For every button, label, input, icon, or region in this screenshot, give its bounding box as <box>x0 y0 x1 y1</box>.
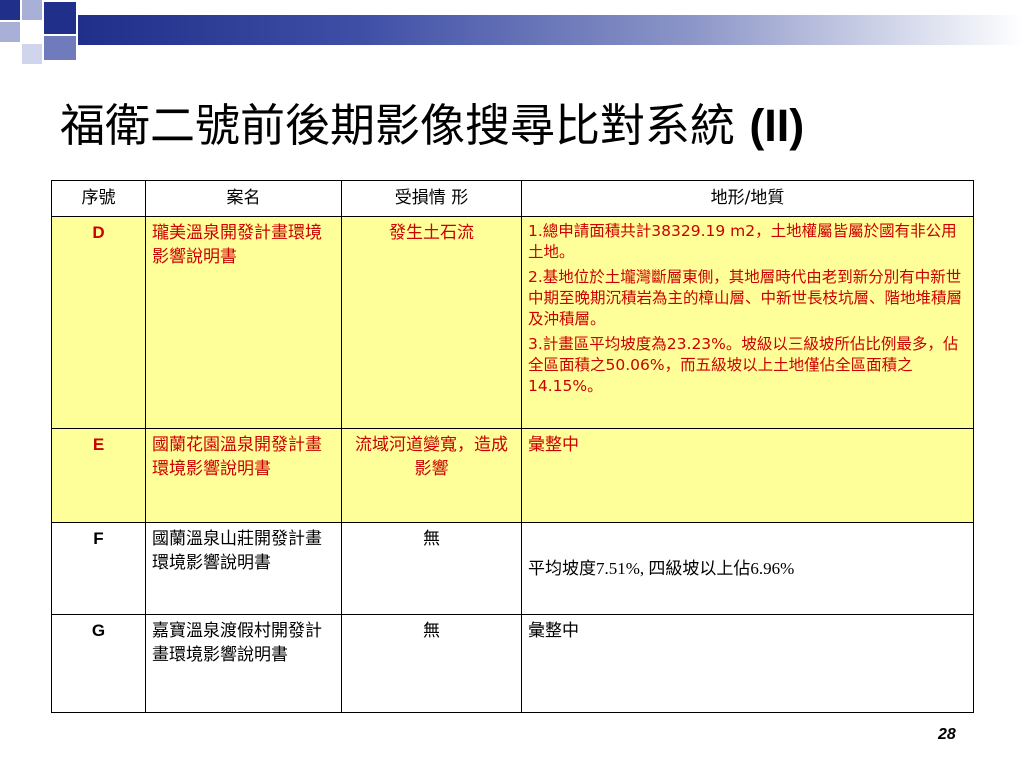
header-serial: 序號 <box>51 180 146 217</box>
slide-title: 福衛二號前後期影像搜尋比對系統 (II) <box>60 96 1010 156</box>
header-case-name: 案名 <box>145 180 342 217</box>
page-number: 28 <box>938 726 956 743</box>
row-case-name: 瓏美溫泉開發計畫環境影響說明書 <box>145 216 342 429</box>
decor-square-5 <box>22 22 42 42</box>
row-damage: 無 <box>341 614 522 713</box>
geology-item: 2.基地位於土壠灣斷層東側，其地層時代由老到新分別有中新世中期至晚期沉積岩為主的… <box>528 268 963 328</box>
header-damage: 受損情 形 <box>341 180 522 217</box>
geology-item: 3.計畫區平均坡度為23.23%。坡級以三級坡所佔比例最多，佔全區面積之50.0… <box>528 335 959 395</box>
row-id: G <box>51 614 146 713</box>
slide-title-latin: (II) <box>749 100 805 151</box>
decor-square-2 <box>22 0 42 20</box>
row-id: D <box>51 216 146 429</box>
row-damage: 流域河道變寬，造成影響 <box>341 428 522 523</box>
row-id: F <box>51 522 146 615</box>
row-geology: 平均坡度7.51%, 四級坡以上佔6.96% <box>521 522 974 615</box>
row-damage: 無 <box>341 522 522 615</box>
comparison-table: 序號 案名 受損情 形 地形/地質 D 瓏美溫泉開發計畫環境影響說明書 發生土石… <box>51 180 974 713</box>
table-row: E 國蘭花園溫泉開發計畫環境影響說明書 流域河道變寬，造成影響 彙整中 <box>51 428 974 523</box>
table-row: D 瓏美溫泉開發計畫環境影響說明書 發生土石流 1.總申請面積共計38329.1… <box>51 216 974 429</box>
decor-square-1 <box>0 0 20 20</box>
row-id: E <box>51 428 146 523</box>
row-case-name: 國蘭溫泉山莊開發計畫環境影響說明書 <box>145 522 342 615</box>
decor-square-6 <box>22 44 42 64</box>
decor-square-4 <box>0 22 20 42</box>
row-geology: 彙整中 <box>521 428 974 523</box>
header-gradient-bar <box>78 15 1024 45</box>
decor-square-7 <box>44 36 76 60</box>
header-terrain-geology: 地形/地質 <box>521 180 974 217</box>
row-geology: 彙整中 <box>521 614 974 713</box>
slide-title-cjk: 福衛二號前後期影像搜尋比對系統 <box>60 99 750 152</box>
row-damage: 發生土石流 <box>341 216 522 429</box>
row-geology: 1.總申請面積共計38329.19 m2，土地權屬皆屬於國有非公用土地。 2.基… <box>521 216 974 429</box>
table-row: F 國蘭溫泉山莊開發計畫環境影響說明書 無 平均坡度7.51%, 四級坡以上佔6… <box>51 522 974 615</box>
row-case-name: 嘉寶溫泉渡假村開發計畫環境影響說明書 <box>145 614 342 713</box>
table-header-row: 序號 案名 受損情 形 地形/地質 <box>51 180 974 217</box>
decor-square-3 <box>44 2 76 34</box>
geology-item: 1.總申請面積共計38329.19 m2，土地權屬皆屬於國有非公用土地。 <box>528 222 957 261</box>
table-row: G 嘉寶溫泉渡假村開發計畫環境影響說明書 無 彙整中 <box>51 614 974 713</box>
row-case-name: 國蘭花園溫泉開發計畫環境影響說明書 <box>145 428 342 523</box>
